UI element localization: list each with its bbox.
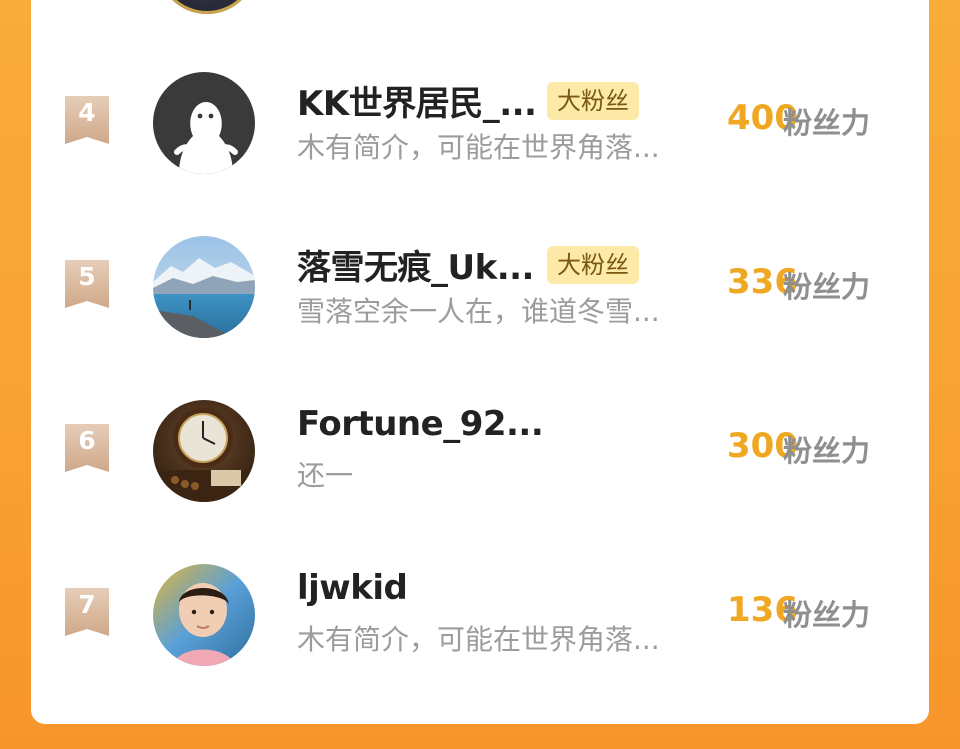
avatar[interactable] — [153, 564, 255, 666]
ranking-row[interactable]: 7 ljwkid 木有简介，可能在世界角落... 136 粉丝力 — [31, 560, 929, 670]
avatar[interactable] — [153, 72, 255, 174]
user-name[interactable]: ljwkid — [297, 568, 408, 608]
rank-number: 5 — [78, 262, 96, 291]
snow-mountain-lake-avatar-icon — [153, 236, 255, 338]
fan-power-unit: 粉丝力 — [783, 434, 871, 468]
user-bio: 木有简介，可能在世界角落... — [297, 623, 660, 656]
user-name[interactable]: Fortune_92... — [297, 404, 544, 444]
user-name[interactable]: KK世界居民_... — [297, 76, 537, 125]
user-name[interactable]: 落雪无痕_Uk... — [297, 240, 534, 289]
big-fan-badge: 大粉丝 — [547, 82, 639, 120]
avatar[interactable] — [157, 0, 257, 16]
rank-ribbon-icon: 7 — [65, 588, 109, 636]
user-bio: 还一 — [297, 459, 354, 492]
rank-ribbon-icon: 6 — [65, 424, 109, 472]
avatar[interactable] — [153, 400, 255, 502]
default-person-avatar-icon — [153, 72, 255, 174]
big-fan-badge: 大粉丝 — [547, 246, 639, 284]
user-bio: 木有简介，可能在世界角落... — [297, 131, 660, 164]
ranking-row[interactable]: 6 Fortune_92... 还一 300 粉丝力 — [31, 396, 929, 506]
rank-number: 4 — [78, 98, 96, 127]
fan-ranking-card: 4 KK世界居民_... 大粉丝 木有简介，可能在世界角落... 400 粉丝力 — [31, 0, 929, 724]
fan-power-unit: 粉丝力 — [783, 270, 871, 304]
rank-number: 7 — [78, 590, 96, 619]
rank-ribbon-icon: 4 — [65, 96, 109, 144]
ranking-row[interactable]: 4 KK世界居民_... 大粉丝 木有简介，可能在世界角落... 400 粉丝力 — [31, 68, 929, 178]
user-bio: 雪落空余一人在，谁道冬雪... — [297, 295, 660, 328]
avatar[interactable] — [153, 236, 255, 338]
rank-ribbon-icon: 5 — [65, 260, 109, 308]
child-photo-avatar-icon — [153, 564, 255, 666]
fan-power-unit: 粉丝力 — [783, 598, 871, 632]
rank-number: 6 — [78, 426, 96, 455]
fan-power-unit: 粉丝力 — [783, 106, 871, 140]
ranking-row[interactable]: 5 落雪无痕_Uk... 大粉丝 雪落空余一人在，谁道冬雪... 336 粉丝力 — [31, 232, 929, 342]
clock-avatar-icon — [153, 400, 255, 502]
